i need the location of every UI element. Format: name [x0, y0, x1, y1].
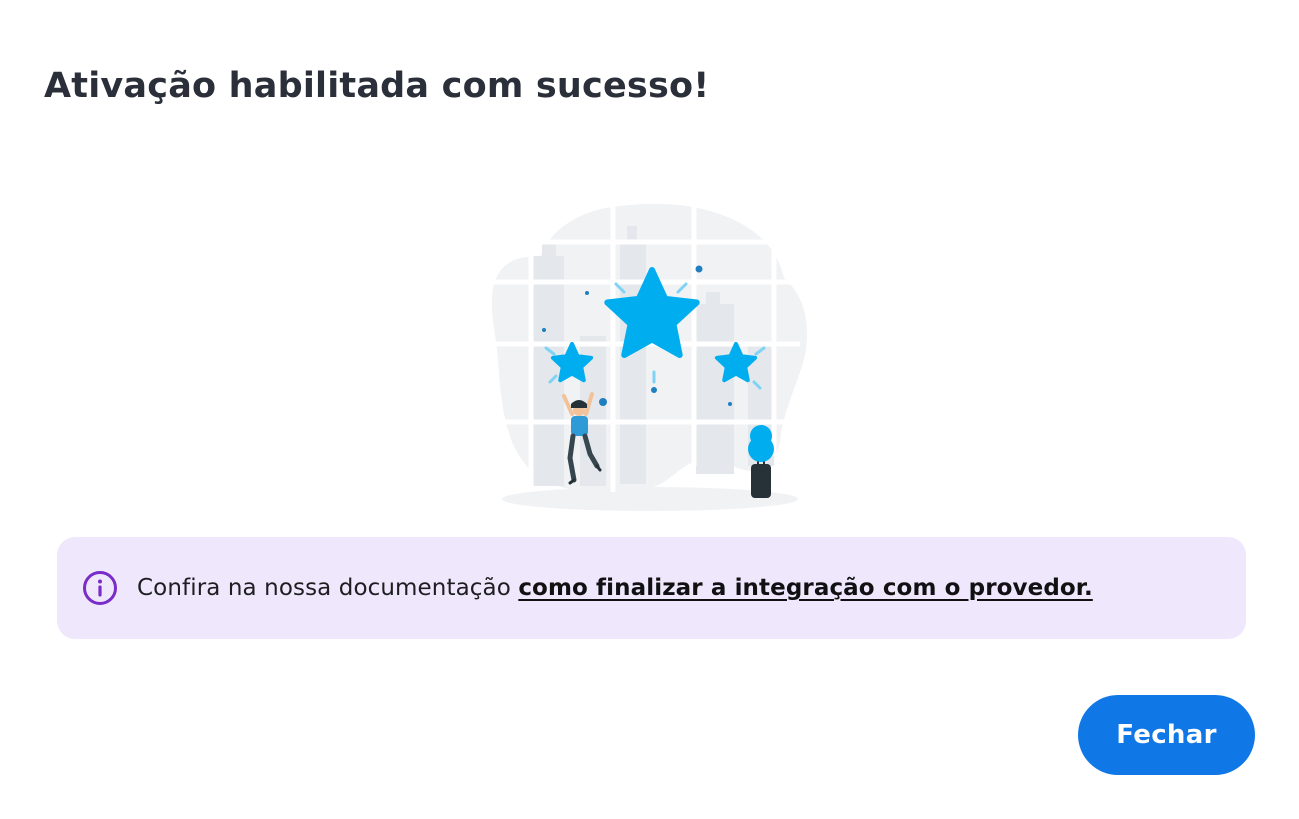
integration-docs-link[interactable]: como finalizar a integração com o proved…: [518, 575, 1092, 601]
stars-celebration-illustration: [480, 196, 820, 521]
dialog-title: Ativação habilitada com sucesso!: [44, 66, 710, 106]
info-message: Confira na nossa documentação como final…: [137, 575, 1093, 601]
info-icon: [82, 570, 118, 606]
info-banner: Confira na nossa documentação como final…: [57, 537, 1246, 639]
success-dialog: Ativação habilitada com sucesso! Confira…: [0, 0, 1299, 819]
close-button[interactable]: Fechar: [1078, 695, 1255, 775]
info-text: Confira na nossa documentação: [137, 575, 519, 601]
